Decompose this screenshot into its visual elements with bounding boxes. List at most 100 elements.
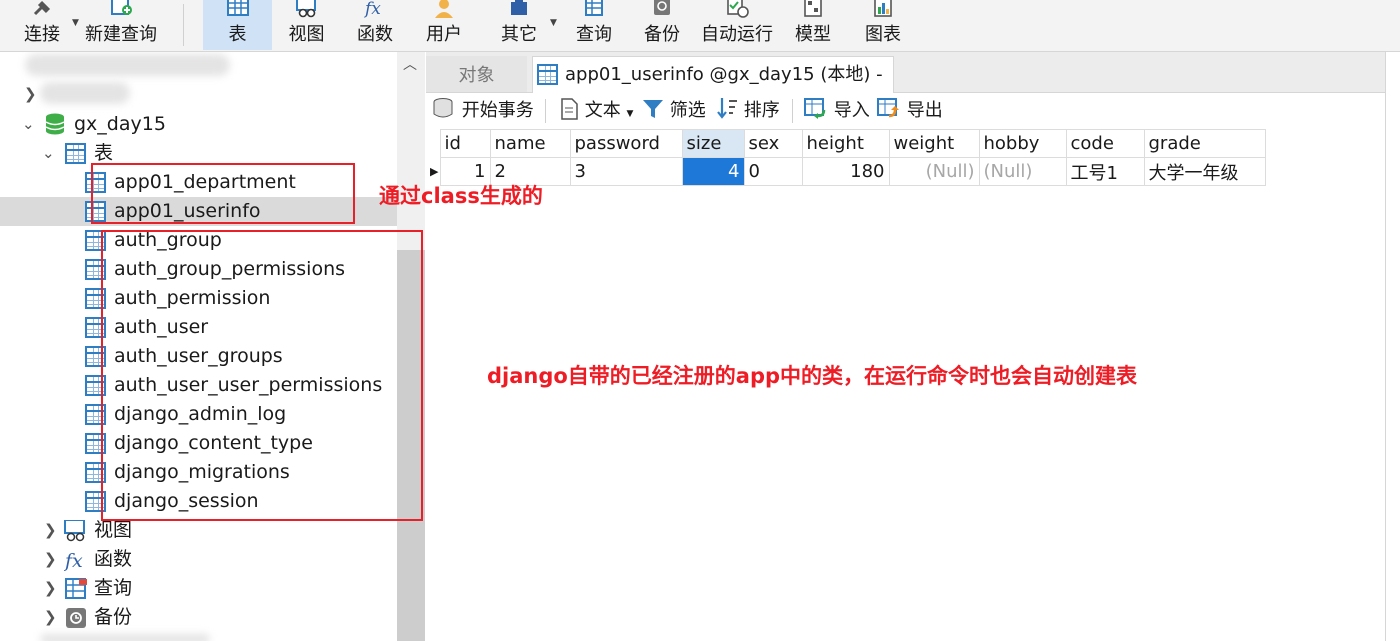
grid-cell[interactable]: (Null) [978, 157, 1067, 186]
autorun-label: 自动运行 [701, 24, 773, 45]
chevron-down-icon[interactable]: ⌄ [42, 139, 55, 168]
new-query-button[interactable]: 新建查询 [82, 0, 160, 50]
redacted-database [40, 82, 130, 104]
backup-icon [66, 608, 86, 628]
function-label: 函数 [357, 24, 393, 45]
connect-button[interactable]: 连接 [14, 0, 70, 50]
view-button[interactable]: 视图 [279, 0, 334, 50]
grid-cell[interactable]: 工号1 [1065, 157, 1145, 186]
main-toolbar: 连接 ▼ 新建查询 表 视图 fx 函数 用户 其它 ▼ 查询 备份 自动运行 … [0, 0, 1400, 52]
chart-icon [874, 0, 892, 17]
column-header[interactable]: weight [888, 129, 980, 158]
sort-icon [717, 98, 737, 119]
chevron-down-icon[interactable]: ▼ [626, 109, 633, 119]
view-icon [295, 0, 316, 18]
query-button[interactable]: 查询 [566, 0, 622, 50]
backup-icon [654, 0, 670, 15]
new-query-label: 新建查询 [85, 24, 157, 45]
chevron-right-icon[interactable]: ❯ [44, 516, 57, 545]
view-label: 视图 [288, 24, 325, 45]
table-icon [537, 64, 558, 85]
connect-label: 连接 [24, 24, 60, 45]
chevron-right-icon[interactable]: ❯ [44, 545, 57, 574]
table-button[interactable]: 表 [203, 0, 272, 50]
functions-label: 函数 [94, 548, 133, 570]
database-node[interactable]: ⌄ gx_day15 [0, 110, 397, 139]
tab-objects-label: 对象 [458, 65, 495, 86]
filter-button[interactable]: 筛选 [642, 97, 706, 125]
column-header[interactable]: sex [743, 129, 803, 158]
data-toolbar: 开始事务 文本 ▼ 筛选 排序 导入 导出 [426, 93, 1400, 129]
cutoff-tree-item [40, 634, 210, 641]
query-icon [65, 578, 87, 599]
other-dropdown-caret[interactable]: ▼ [550, 18, 557, 28]
scroll-up-icon[interactable]: ︿ [403, 54, 417, 74]
backups-node[interactable]: ❯ 备份 [0, 603, 397, 632]
function-button[interactable]: fx 函数 [347, 0, 403, 50]
svg-text:fx: fx [64, 550, 83, 571]
begin-transaction-label: 开始事务 [461, 100, 534, 121]
annotation-class-generated: 通过class生成的 [379, 184, 543, 208]
autorun-button[interactable]: 自动运行 [699, 0, 775, 50]
column-header[interactable]: name [489, 129, 571, 158]
other-label: 其它 [501, 24, 537, 45]
column-header[interactable]: hobby [978, 129, 1067, 158]
chevron-right-icon[interactable]: ❯ [44, 603, 57, 632]
filter-label: 筛选 [669, 100, 706, 121]
grid-cell[interactable]: 大学一年级 [1143, 157, 1266, 186]
chevron-right-icon[interactable]: ❯ [44, 574, 57, 603]
export-label: 导出 [906, 100, 943, 121]
grid-cell[interactable]: 180 [801, 157, 890, 186]
tab-objects[interactable]: 对象 [426, 56, 527, 92]
column-header[interactable]: height [801, 129, 890, 158]
other-button[interactable]: 其它 [491, 0, 547, 50]
database-transaction-icon [433, 98, 453, 118]
grid-cell[interactable]: 0 [743, 157, 803, 186]
column-header[interactable]: password [569, 129, 683, 158]
chart-button[interactable]: 图表 [855, 0, 911, 50]
column-header[interactable]: grade [1143, 129, 1266, 158]
query-label: 查询 [576, 24, 612, 45]
model-button[interactable]: 模型 [785, 0, 841, 50]
import-label: 导入 [833, 100, 870, 121]
backup-button[interactable]: 备份 [634, 0, 690, 50]
schedule-icon [727, 0, 749, 18]
text-view-button[interactable]: 文本 ▼ [559, 97, 633, 125]
queries-label: 查询 [94, 577, 133, 599]
import-button[interactable]: 导入 [804, 97, 870, 125]
user-button[interactable]: 用户 [416, 0, 472, 50]
tab-table-data[interactable]: app01_userinfo @gx_day15 (本地) - ... [532, 56, 894, 121]
queries-node[interactable]: ❯ 查询 [0, 574, 397, 603]
functions-node[interactable]: ❯ fx 函数 [0, 545, 397, 574]
row-indicator-header [426, 129, 440, 158]
toolbar-divider [792, 99, 793, 123]
connect-dropdown-caret[interactable]: ▼ [72, 18, 79, 28]
export-button[interactable]: 导出 [877, 97, 943, 125]
chevron-down-icon[interactable]: ⌄ [22, 110, 35, 139]
tab-bar: 对象 app01_userinfo @gx_day15 (本地) - ... [426, 52, 1400, 121]
chevron-right-icon[interactable]: ❯ [24, 85, 37, 103]
svg-text:fx: fx [363, 0, 381, 18]
sort-label: 排序 [743, 100, 780, 121]
annotation-box-django-tables [101, 230, 423, 521]
grid-cell[interactable]: (Null) [888, 157, 980, 186]
table-icon [226, 0, 249, 16]
query-icon [585, 0, 603, 16]
sort-button[interactable]: 排序 [716, 97, 780, 125]
column-header[interactable]: code [1065, 129, 1145, 158]
grid-cell[interactable]: 3 [569, 157, 683, 186]
grid-cell-selected[interactable]: 4 [681, 157, 745, 186]
function-icon: fx [64, 550, 83, 571]
backup-label: 备份 [644, 24, 680, 45]
begin-transaction-button[interactable]: 开始事务 [432, 97, 534, 125]
grid-header-row: id name password size sex height weight … [426, 129, 1266, 158]
annotation-box-class-tables [91, 163, 355, 224]
backups-label: 备份 [94, 606, 133, 628]
column-header[interactable]: id [439, 129, 491, 158]
database-icon [45, 113, 65, 135]
database-name: gx_day15 [74, 113, 166, 135]
toolbar-divider [545, 99, 546, 123]
function-icon: fx [363, 0, 381, 18]
column-header[interactable]: size [681, 129, 745, 158]
table-row[interactable]: ▶ 1 2 3 4 0 180 (Null) (Null) 工号1 大学一年级 [426, 157, 1266, 186]
